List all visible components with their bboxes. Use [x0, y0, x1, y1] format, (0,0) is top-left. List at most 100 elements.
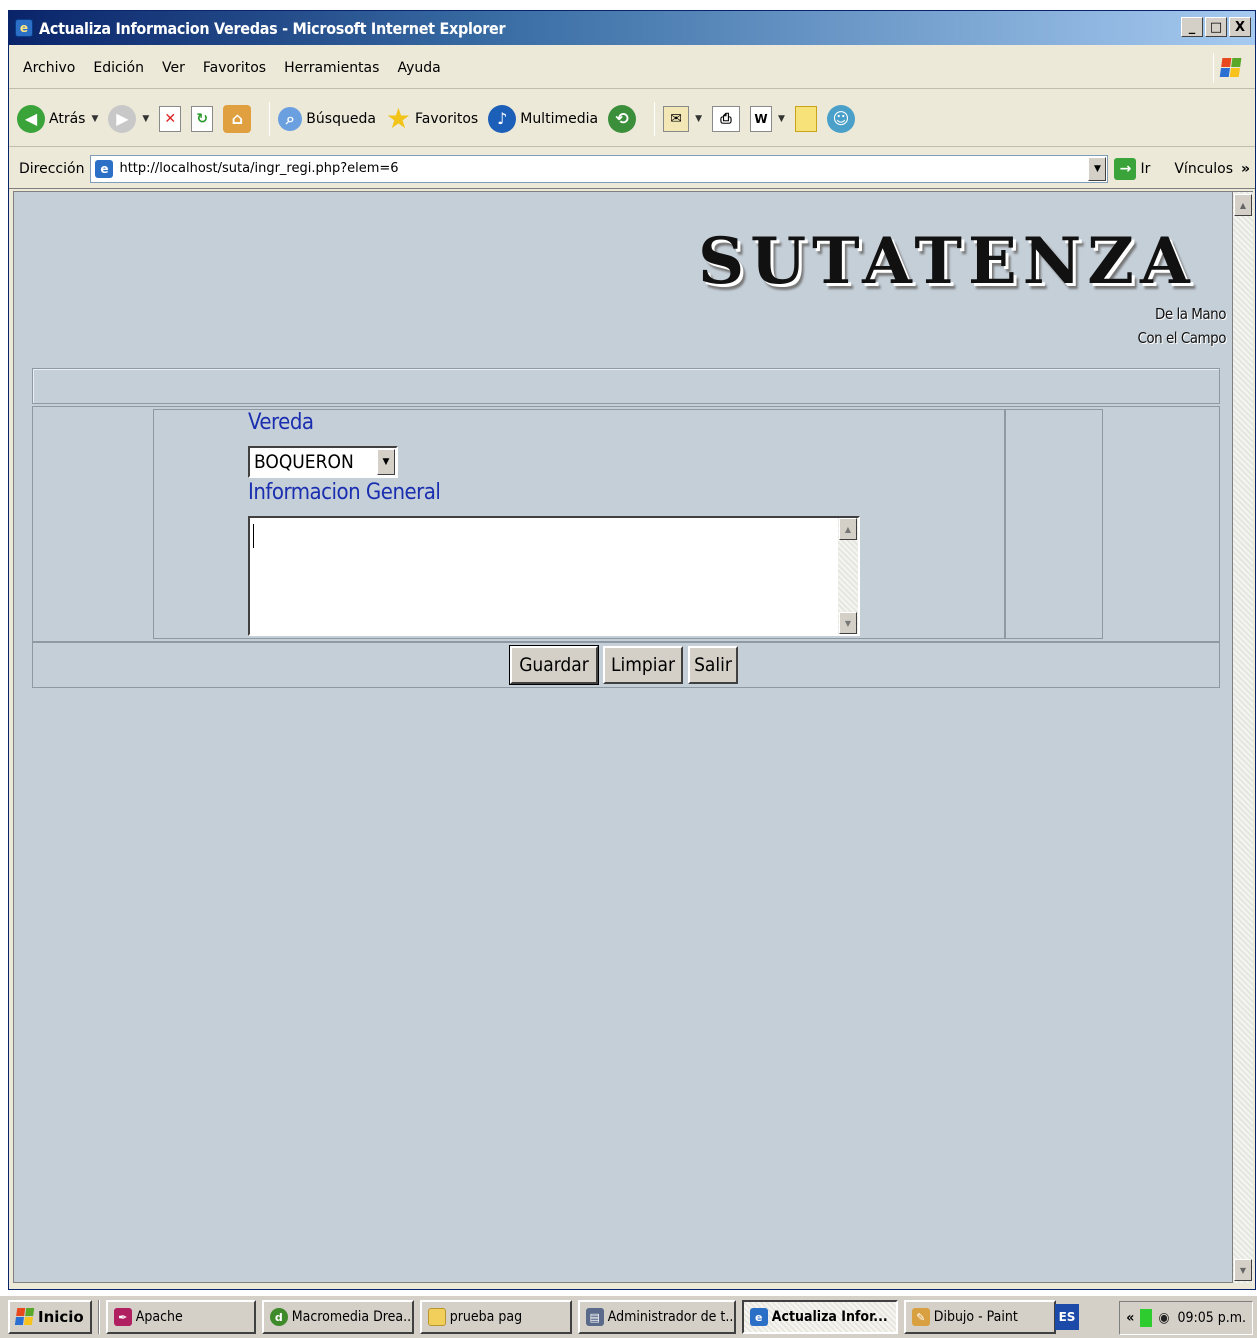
history-icon: ⟲ — [608, 104, 637, 133]
media-icon: ♪ — [488, 104, 517, 133]
links-button[interactable]: Vínculos — [1174, 161, 1233, 177]
discuss-button[interactable] — [794, 105, 817, 132]
window-title: Actualiza Informacion Veredas - Microsof… — [39, 18, 506, 38]
textarea-scrollbar[interactable]: ▲ ▼ — [838, 518, 858, 634]
back-dropdown-icon[interactable]: ▼ — [91, 114, 98, 124]
back-button[interactable]: ◀ Atrás ▼ — [17, 104, 98, 133]
stop-button[interactable]: ✕ — [159, 105, 182, 132]
edit-word-button[interactable]: W ▼ — [749, 105, 785, 132]
stop-icon: ✕ — [159, 105, 182, 132]
tagline: De la Mano Con el Campo — [1137, 302, 1226, 350]
print-button[interactable]: ⎙ — [711, 105, 740, 132]
address-label: Dirección — [19, 160, 85, 177]
links-chevron-icon[interactable]: » — [1241, 161, 1250, 177]
taskbar-separator — [97, 1300, 100, 1334]
menu-archivo[interactable]: Archivo — [23, 60, 75, 76]
tray-expand-chevron-icon[interactable]: « — [1126, 1310, 1134, 1326]
traffic-light-icon[interactable]: ◉ — [1158, 1310, 1169, 1326]
menu-herramientas[interactable]: Herramientas — [284, 60, 379, 76]
address-url[interactable]: http://localhost/suta/ingr_regi.php?elem… — [119, 161, 398, 176]
messenger-icon: ☺ — [826, 104, 855, 133]
task-administrador[interactable]: ▤ Administrador de t... — [577, 1300, 736, 1334]
start-button[interactable]: Inicio — [8, 1300, 92, 1334]
refresh-icon: ↻ — [191, 105, 214, 132]
sutatenza-logo: SUTATENZA — [698, 224, 1196, 299]
go-label: Ir — [1140, 160, 1151, 177]
search-label: Búsqueda — [306, 110, 376, 127]
address-input[interactable]: e http://localhost/suta/ingr_regi.php?el… — [90, 154, 1109, 183]
favorites-button[interactable]: ★ Favoritos — [386, 102, 478, 135]
back-arrow-icon: ◀ — [17, 104, 45, 133]
forward-dropdown-icon[interactable]: ▼ — [142, 114, 149, 124]
messenger-button[interactable]: ☺ — [826, 104, 855, 133]
menu-edicion[interactable]: Edición — [93, 60, 144, 76]
chevron-down-icon[interactable]: ▼ — [377, 449, 395, 475]
clock[interactable]: 09:05 p.m. — [1177, 1310, 1246, 1326]
caption-buttons: _ □ X — [1181, 17, 1251, 37]
home-button[interactable]: ⌂ — [223, 104, 252, 133]
menu-ayuda[interactable]: Ayuda — [397, 60, 440, 76]
toolbar: ◀ Atrás ▼ ▶ ▼ ✕ ↻ ⌂ ⌕ Búsqueda ★ Favorit… — [9, 91, 1255, 147]
task-actualiza[interactable]: e Actualiza Infor... — [741, 1300, 898, 1334]
edit-dropdown-icon[interactable]: ▼ — [778, 114, 785, 124]
info-general-textarea[interactable]: ▲ ▼ — [248, 516, 860, 636]
menu-ver[interactable]: Ver — [162, 60, 185, 76]
ie-icon: e — [15, 19, 33, 37]
scroll-down-icon[interactable]: ▼ — [839, 612, 857, 634]
maximize-button[interactable]: □ — [1205, 17, 1227, 37]
task-paint[interactable]: ✎ Dibujo - Paint — [903, 1300, 1056, 1334]
mail-dropdown-icon[interactable]: ▼ — [695, 114, 702, 124]
task-prueba-pag[interactable]: prueba pag — [419, 1300, 572, 1334]
task-label: prueba pag — [449, 1309, 523, 1325]
minimize-button[interactable]: _ — [1181, 17, 1203, 37]
media-button[interactable]: ♪ Multimedia — [488, 104, 598, 133]
save-button[interactable]: Guardar — [509, 645, 599, 685]
go-arrow-icon: → — [1114, 157, 1137, 180]
mail-button[interactable]: ✉ ▼ — [663, 105, 702, 132]
windows-logo-icon — [14, 1308, 36, 1326]
clear-button[interactable]: Limpiar — [603, 646, 683, 684]
back-label: Atrás — [49, 110, 86, 127]
address-dropdown-icon[interactable]: ▼ — [1088, 156, 1107, 181]
language-indicator[interactable]: ES — [1055, 1304, 1079, 1330]
note-icon — [794, 105, 817, 132]
start-label: Inicio — [38, 1308, 84, 1326]
toolbar-separator-2 — [654, 101, 656, 136]
favorites-star-icon: ★ — [385, 102, 412, 135]
folder-icon — [427, 1308, 446, 1326]
page-icon: e — [95, 159, 114, 178]
history-button[interactable]: ⟲ — [608, 104, 637, 133]
tagline-line-2: Con el Campo — [1137, 329, 1226, 347]
close-button[interactable]: X — [1229, 17, 1251, 37]
go-button[interactable]: → Ir — [1114, 157, 1151, 180]
forward-button[interactable]: ▶ ▼ — [108, 104, 149, 133]
search-button[interactable]: ⌕ Búsqueda — [278, 106, 376, 131]
task-label: Actualiza Infor... — [771, 1309, 888, 1325]
page-scroll-down-icon[interactable]: ▼ — [1234, 1259, 1252, 1281]
page-scrollbar[interactable]: ▲ ▼ — [1233, 191, 1253, 1283]
forward-arrow-icon: ▶ — [108, 104, 137, 133]
title-bar[interactable]: e Actualiza Informacion Veredas - Micros… — [9, 11, 1255, 45]
word-icon: W — [749, 105, 772, 132]
task-label: Dibujo - Paint — [933, 1309, 1018, 1325]
page-scroll-up-icon[interactable]: ▲ — [1234, 194, 1252, 216]
vereda-select[interactable]: BOQUERON ▼ — [248, 446, 398, 478]
refresh-button[interactable]: ↻ — [191, 105, 214, 132]
task-apache[interactable]: ✒ Apache — [105, 1300, 256, 1334]
dreamweaver-icon: d — [269, 1308, 288, 1326]
task-macromedia[interactable]: d Macromedia Drea... — [261, 1300, 414, 1334]
address-bar: Dirección e http://localhost/suta/ingr_r… — [9, 149, 1255, 189]
network-status-icon[interactable] — [1140, 1309, 1153, 1327]
table-header-row — [32, 368, 1220, 404]
menu-bar: Archivo Edición Ver Favoritos Herramient… — [9, 47, 1255, 89]
exit-button[interactable]: Salir — [688, 646, 738, 684]
mail-icon: ✉ — [663, 105, 690, 132]
scroll-up-icon[interactable]: ▲ — [839, 518, 857, 540]
vereda-selected-value: BOQUERON — [254, 451, 354, 473]
system-tray: « ◉ 09:05 p.m. — [1119, 1301, 1253, 1335]
menu-favoritos[interactable]: Favoritos — [203, 60, 266, 76]
task-label: Macromedia Drea... — [291, 1309, 414, 1325]
paint-icon: ✎ — [911, 1308, 930, 1326]
tagline-line-1: De la Mano — [1154, 305, 1227, 323]
favorites-label: Favoritos — [415, 110, 479, 127]
